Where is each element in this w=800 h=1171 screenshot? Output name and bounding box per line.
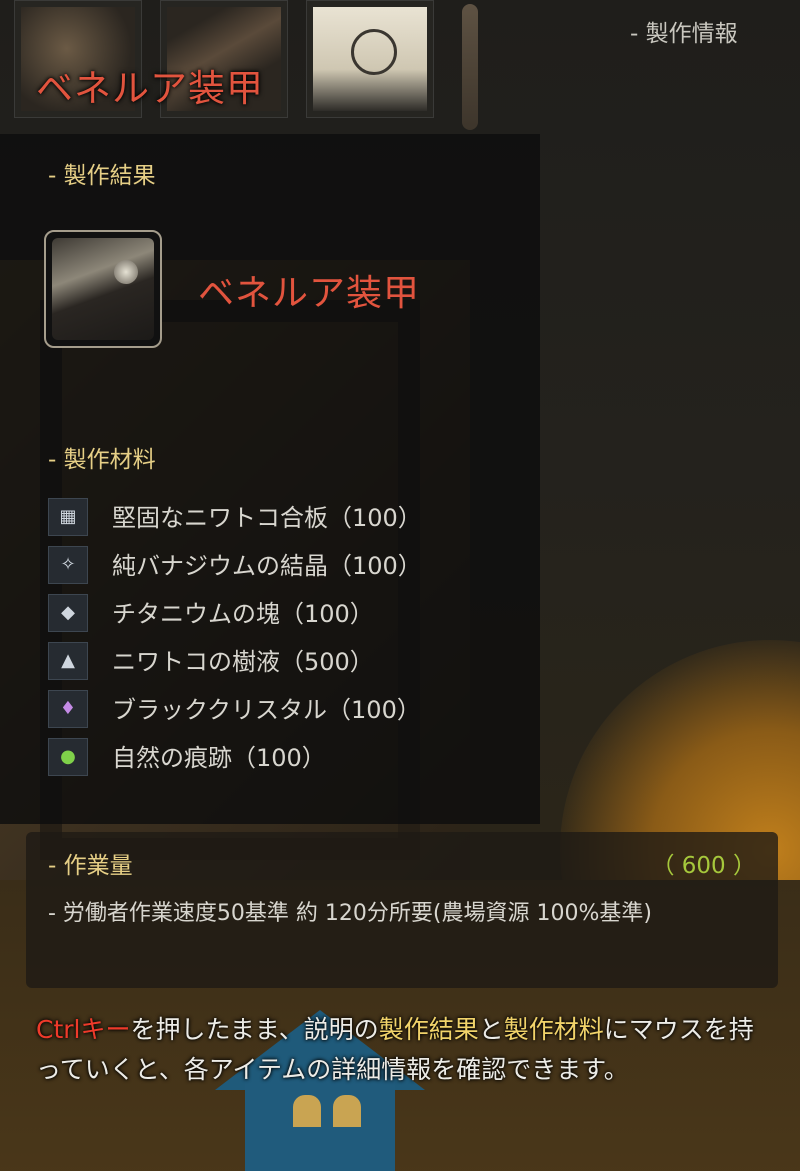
sap-icon[interactable]: ▲ (48, 642, 88, 680)
black-crystal-icon[interactable]: ♦ (48, 690, 88, 728)
hint-text: を押したまま、説明の (130, 1015, 379, 1044)
help-hint: Ctrlキーを押したまま、説明の製作結果と製作材料にマウスを持っていくと、各アイ… (36, 1010, 766, 1090)
work-amount-heading: - 作業量 (48, 853, 133, 879)
material-label: 堅固なニワトコ合板（100） (112, 504, 422, 532)
materials-heading: - 製作材料 (48, 447, 156, 473)
work-amount-description: - 労働者作業速度50基準 約 120分所要(農場資源 100%基準) (48, 901, 652, 926)
material-label: ニワトコの樹液（500） (112, 648, 374, 676)
material-label: ブラッククリスタル（100） (112, 696, 421, 724)
result-item-icon[interactable] (44, 230, 162, 348)
hint-materials-word: 製作材料 (503, 1015, 604, 1044)
scrollbar[interactable] (462, 4, 478, 130)
item-title: ベネルア装甲 (36, 67, 264, 110)
crystal-icon[interactable]: ✧ (48, 546, 88, 584)
material-label: 純バナジウムの結晶（100） (112, 552, 422, 580)
ctrl-key-text: Ctrlキー (36, 1015, 131, 1044)
item-slot[interactable] (306, 0, 434, 118)
work-amount-value: （ 600 ） (651, 853, 756, 879)
crafting-info-label: - 製作情報 (630, 21, 738, 47)
work-amount-panel: - 作業量 （ 600 ） - 労働者作業速度50基準 約 120分所要(農場資… (26, 832, 778, 988)
ingot-icon[interactable]: ◆ (48, 594, 88, 632)
material-label: チタニウムの塊（100） (112, 600, 374, 628)
plywood-icon[interactable]: ▦ (48, 498, 88, 536)
result-item-name: ベネルア装甲 (198, 273, 421, 314)
nature-trace-icon[interactable]: ● (48, 738, 88, 776)
hint-text: と (478, 1015, 504, 1044)
result-heading: - 製作結果 (48, 163, 156, 189)
hint-result-word: 製作結果 (378, 1015, 479, 1044)
material-label: 自然の痕跡（100） (112, 744, 326, 772)
